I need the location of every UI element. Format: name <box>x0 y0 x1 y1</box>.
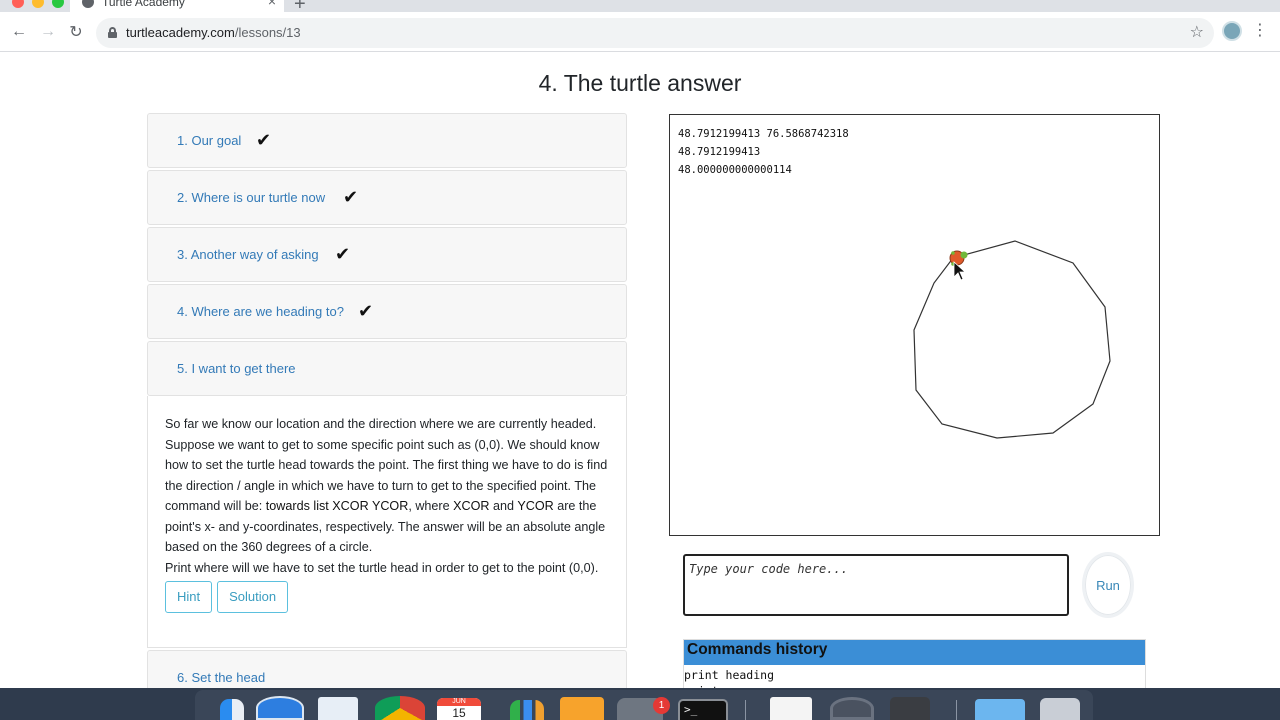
checkmark-icon: ✔ <box>335 244 351 264</box>
lesson-step-link[interactable]: 1. Our goal <box>177 133 241 148</box>
window-close-button[interactable] <box>12 0 24 8</box>
lesson-task: Print where will we have to set the turt… <box>165 560 599 575</box>
lesson-instructions: So far we know our location and the dire… <box>165 417 608 554</box>
dock-separator <box>956 700 957 720</box>
mail-icon[interactable] <box>318 697 358 720</box>
lesson-step-3[interactable]: 3. Another way of asking ✔ <box>147 227 627 282</box>
lesson-step-link[interactable]: 4. Where are we heading to? <box>177 304 344 319</box>
code-input[interactable] <box>683 554 1069 616</box>
numbers-icon[interactable] <box>510 700 544 720</box>
lesson-step-4[interactable]: 4. Where are we heading to? ✔ <box>147 284 627 339</box>
downloads-folder-icon[interactable] <box>975 699 1025 720</box>
quicktime-icon[interactable] <box>830 697 874 720</box>
profile-avatar[interactable] <box>1222 21 1242 41</box>
lock-icon <box>108 27 117 38</box>
notification-badge: 1 <box>653 697 670 714</box>
hint-button[interactable]: Hint <box>165 581 213 613</box>
calendar-month: JUN <box>437 698 481 706</box>
browser-menu-icon[interactable]: ⋮ <box>1252 20 1268 44</box>
lesson-step-6[interactable]: 6. Set the head <box>147 650 627 689</box>
browser-tab-strip: Turtle Academy × + <box>0 0 1280 15</box>
chrome-icon[interactable] <box>375 696 425 720</box>
turtle-drawing <box>913 240 1111 439</box>
command-text: towards list XCOR YCOR <box>265 499 409 513</box>
pages-icon[interactable] <box>560 697 604 720</box>
lesson-step-1[interactable]: 1. Our goal ✔ <box>147 113 627 168</box>
lesson-step-5-body: So far we know our location and the dire… <box>147 396 627 648</box>
browser-toolbar: ← → ↻ turtleacademy.com/lessons/13 ☆ ⋮ <box>0 12 1280 52</box>
checkmark-icon: ✔ <box>256 130 272 150</box>
safari-icon[interactable] <box>256 696 304 720</box>
globe-icon <box>82 0 94 8</box>
browser-tab[interactable]: Turtle Academy × <box>70 0 284 12</box>
history-item[interactable]: print heading <box>684 667 1145 683</box>
dock-separator <box>745 700 746 720</box>
window-minimize-button[interactable] <box>32 0 44 8</box>
window-zoom-button[interactable] <box>52 0 64 8</box>
bookmark-star-icon[interactable]: ☆ <box>1190 22 1204 42</box>
turtle-path <box>913 240 1111 439</box>
address-bar[interactable]: turtleacademy.com/lessons/13 ☆ <box>96 18 1214 48</box>
lesson-step-2[interactable]: 2. Where is our turtle now ✔ <box>147 170 627 225</box>
turtle-canvas[interactable]: 48.7912199413 76.5868742318 48.7912199413… <box>669 114 1160 536</box>
page-title: 4. The turtle answer <box>538 70 742 96</box>
calendar-icon[interactable]: JUN 15 <box>437 698 481 720</box>
lesson-step-link[interactable]: 6. Set the head <box>177 670 265 685</box>
turtle-icon <box>949 250 968 266</box>
lessons-accordion: 1. Our goal ✔ 2. Where is our turtle now… <box>147 113 627 689</box>
forward-button[interactable]: → <box>36 20 60 44</box>
calculator-icon[interactable] <box>890 697 930 720</box>
checkmark-icon: ✔ <box>358 301 374 321</box>
terminal-icon[interactable]: >_ <box>678 699 728 720</box>
trash-icon[interactable] <box>1040 698 1080 720</box>
run-button[interactable]: Run <box>1082 552 1134 618</box>
calendar-day: 15 <box>452 706 466 720</box>
checkmark-icon: ✔ <box>343 187 359 207</box>
close-icon[interactable]: × <box>268 0 276 9</box>
back-button[interactable]: ← <box>7 20 31 44</box>
lesson-step-link[interactable]: 2. Where is our turtle now <box>177 190 325 205</box>
lesson-step-link[interactable]: 5. I want to get there <box>177 361 296 376</box>
url-text: turtleacademy.com/lessons/13 <box>126 25 301 40</box>
solution-button[interactable]: Solution <box>217 581 289 613</box>
finder-icon[interactable] <box>220 699 244 720</box>
lesson-step-5[interactable]: 5. I want to get there <box>147 341 627 396</box>
lesson-step-link[interactable]: 3. Another way of asking <box>177 247 319 262</box>
commands-history-title: Commands history <box>684 640 1145 665</box>
tab-title: Turtle Academy <box>102 0 185 9</box>
textedit-icon[interactable] <box>770 697 812 720</box>
reload-button[interactable]: ↻ <box>64 20 88 44</box>
